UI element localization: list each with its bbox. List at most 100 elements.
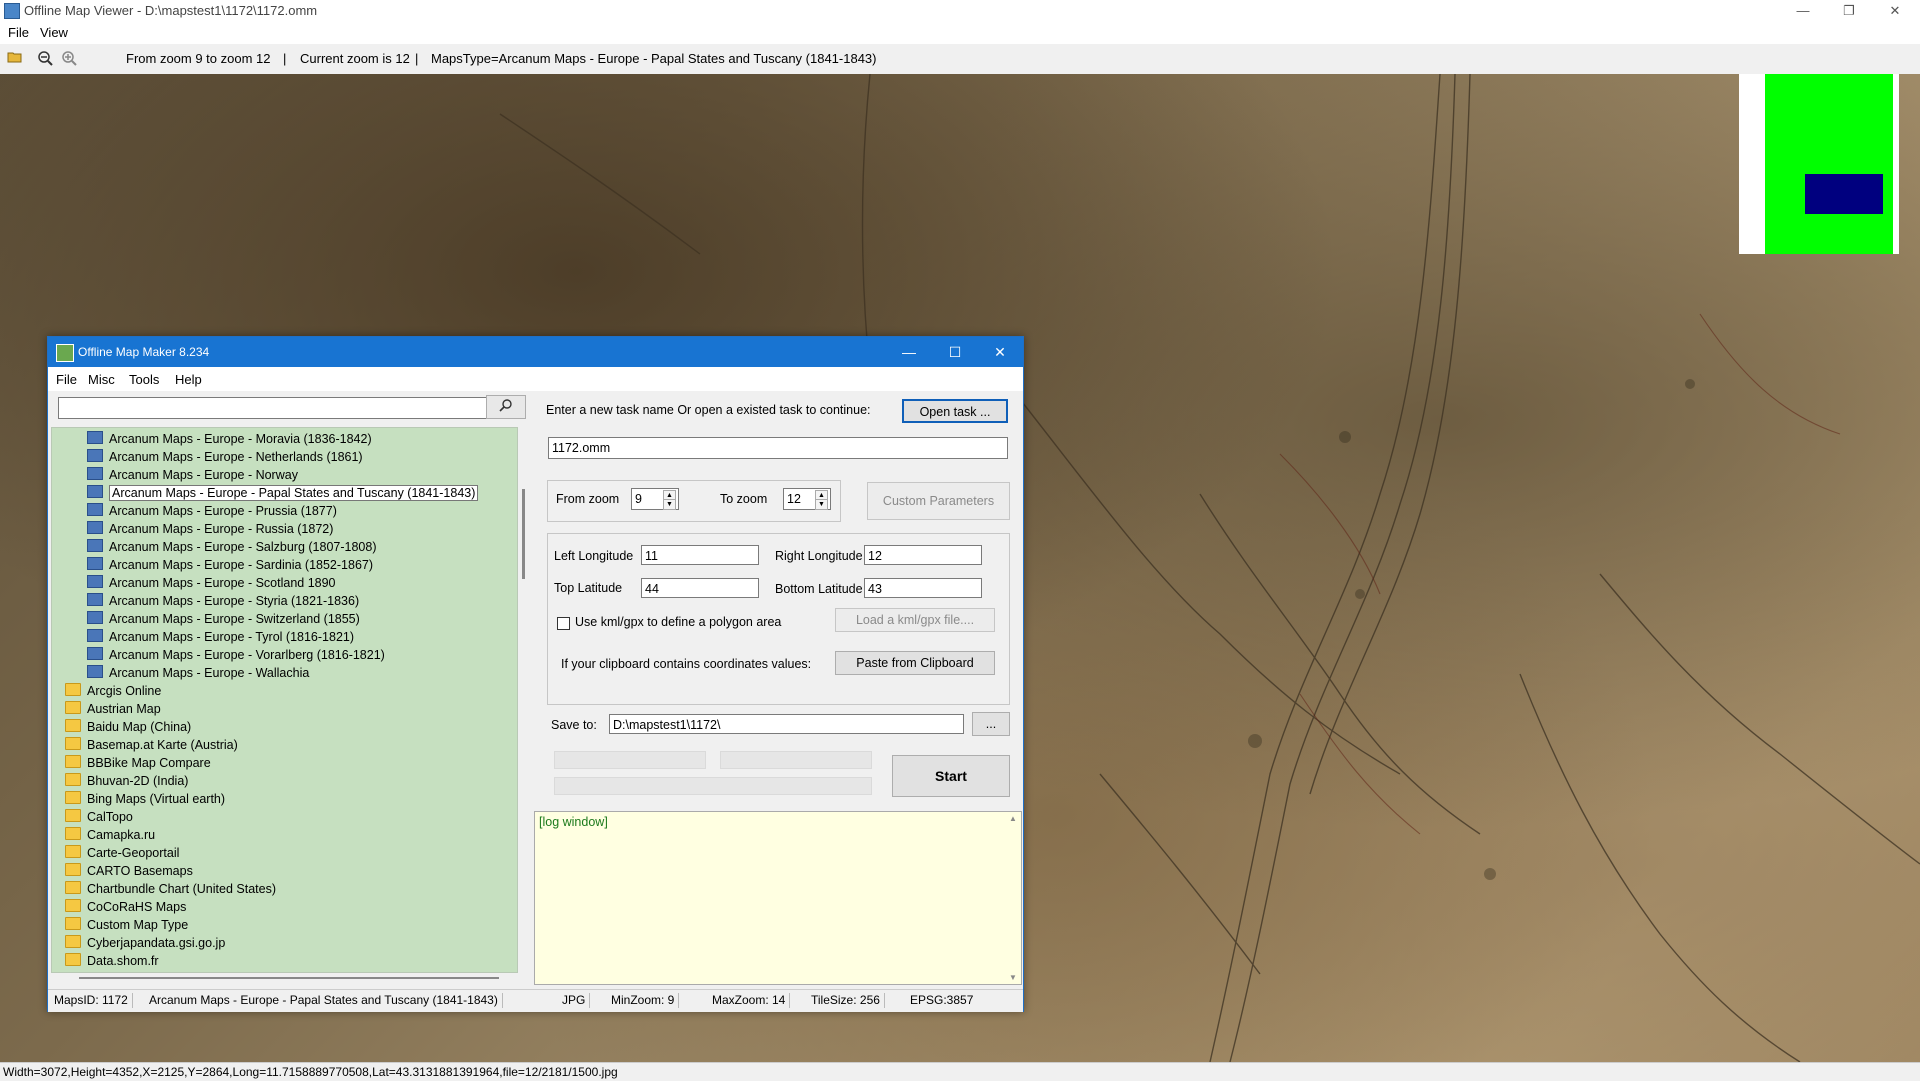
map-maker-dialog: Offline Map Maker 8.234 — ☐ ✕ File Misc …: [47, 336, 1024, 1012]
status-map-name: Arcanum Maps - Europe - Papal States and…: [149, 993, 503, 1008]
tree-folder[interactable]: Arcgis Online: [65, 682, 161, 700]
left-longitude-input[interactable]: 11: [641, 545, 759, 565]
tree-folder[interactable]: Basemap.at Karte (Austria): [65, 736, 238, 754]
progress-bar-total: [554, 777, 872, 795]
spin-down-icon[interactable]: ▼: [815, 499, 828, 510]
close-button[interactable]: ✕: [1872, 0, 1918, 22]
folder-icon: [65, 791, 81, 804]
dialog-menu-bar: File Misc Tools Help: [48, 367, 1023, 391]
dialog-minimize-button[interactable]: —: [886, 337, 932, 367]
dialog-maximize-button[interactable]: ☐: [932, 337, 978, 367]
scroll-down-icon[interactable]: ▼: [1009, 973, 1019, 982]
status-maps-id: MapsID: 1172: [54, 993, 133, 1008]
tree-folder[interactable]: CoCoRaHS Maps: [65, 898, 186, 916]
tree-horizontal-scrollbar[interactable]: [51, 973, 516, 983]
open-task-button[interactable]: Open task ...: [902, 399, 1008, 423]
tree-item[interactable]: Arcanum Maps - Europe - Prussia (1877): [87, 502, 337, 520]
dialog-menu-help[interactable]: Help: [175, 372, 202, 387]
dialog-menu-file[interactable]: File: [56, 372, 77, 387]
tree-folder[interactable]: Bing Maps (Virtual earth): [65, 790, 225, 808]
tree-item[interactable]: Arcanum Maps - Europe - Scotland 1890: [87, 574, 336, 592]
tree-folder[interactable]: Baidu Map (China): [65, 718, 191, 736]
maximize-button[interactable]: ❐: [1826, 0, 1872, 22]
menu-file[interactable]: File: [8, 25, 29, 40]
log-window[interactable]: [log window] ▲ ▼: [534, 811, 1022, 985]
menu-view[interactable]: View: [40, 25, 68, 40]
from-zoom-spinner[interactable]: 9 ▲ ▼: [631, 488, 679, 510]
tree-folder[interactable]: Cyberjapandata.gsi.go.jp: [65, 934, 225, 952]
overview-area: [1765, 74, 1893, 254]
folder-icon: [65, 755, 81, 768]
bottom-latitude-input[interactable]: 43: [864, 578, 982, 598]
tree-item[interactable]: Arcanum Maps - Europe - Salzburg (1807-1…: [87, 538, 377, 556]
dialog-app-icon: [56, 344, 74, 362]
scrollbar-thumb[interactable]: [522, 489, 525, 579]
folder-icon: [65, 881, 81, 894]
search-button[interactable]: [486, 395, 526, 419]
dialog-menu-tools[interactable]: Tools: [129, 372, 159, 387]
overview-viewport[interactable]: [1805, 174, 1883, 214]
tree-item[interactable]: Arcanum Maps - Europe - Norway: [87, 466, 298, 484]
map-icon: [87, 665, 103, 678]
folder-icon: [65, 935, 81, 948]
tree-item-selected[interactable]: Arcanum Maps - Europe - Papal States and…: [87, 484, 479, 502]
zoom-out-icon[interactable]: [36, 50, 54, 68]
tree-item[interactable]: Arcanum Maps - Europe - Styria (1821-183…: [87, 592, 359, 610]
tree-item[interactable]: Arcanum Maps - Europe - Russia (1872): [87, 520, 333, 538]
tree-item[interactable]: Arcanum Maps - Europe - Sardinia (1852-1…: [87, 556, 373, 574]
tree-folder[interactable]: Custom Map Type: [65, 916, 188, 934]
tree-folder[interactable]: CARTO Basemaps: [65, 862, 193, 880]
right-longitude-input[interactable]: 12: [864, 545, 982, 565]
to-zoom-spinner[interactable]: 12 ▲ ▼: [783, 488, 831, 510]
start-button[interactable]: Start: [892, 755, 1010, 797]
spin-down-icon[interactable]: ▼: [663, 499, 676, 510]
tree-item[interactable]: Arcanum Maps - Europe - Netherlands (186…: [87, 448, 363, 466]
dialog-close-button[interactable]: ✕: [977, 337, 1023, 367]
tree-folder[interactable]: Bhuvan-2D (India): [65, 772, 188, 790]
kml-checkbox[interactable]: [557, 617, 570, 630]
folder-icon: [65, 809, 81, 822]
current-zoom-info: Current zoom is 12: [300, 51, 410, 66]
map-type-tree[interactable]: Arcanum Maps - Europe - Moravia (1836-18…: [51, 427, 518, 973]
map-search-input[interactable]: [58, 397, 488, 419]
status-text: Width=3072,Height=4352,X=2125,Y=2864,Lon…: [3, 1065, 618, 1079]
map-icon: [87, 575, 103, 588]
save-path-input[interactable]: D:\mapstest1\1172\: [609, 714, 964, 734]
tree-folder[interactable]: CalTopo: [65, 808, 133, 826]
tree-folder[interactable]: BBBike Map Compare: [65, 754, 211, 772]
browse-button[interactable]: ...: [972, 712, 1010, 736]
top-latitude-input[interactable]: 44: [641, 578, 759, 598]
app-icon: [4, 3, 20, 19]
tree-item[interactable]: Arcanum Maps - Europe - Vorarlberg (1816…: [87, 646, 385, 664]
scroll-up-icon[interactable]: ▲: [1009, 814, 1019, 823]
task-name-input[interactable]: 1172.omm: [548, 437, 1008, 459]
custom-parameters-button[interactable]: Custom Parameters: [867, 482, 1010, 520]
tree-item[interactable]: Arcanum Maps - Europe - Tyrol (1816-1821…: [87, 628, 354, 646]
map-icon: [87, 539, 103, 552]
tree-folder[interactable]: Camapka.ru: [65, 826, 155, 844]
save-to-label: Save to:: [551, 718, 597, 732]
progress-bar: [720, 751, 872, 769]
tree-vertical-scrollbar[interactable]: [518, 427, 530, 971]
dialog-menu-misc[interactable]: Misc: [88, 372, 115, 387]
folder-icon: [65, 953, 81, 966]
open-folder-icon[interactable]: [6, 50, 24, 68]
tree-folder[interactable]: Carte-Geoportail: [65, 844, 179, 862]
tree-item[interactable]: Arcanum Maps - Europe - Switzerland (185…: [87, 610, 360, 628]
paste-clipboard-button[interactable]: Paste from Clipboard: [835, 651, 995, 675]
folder-icon: [65, 737, 81, 750]
clipboard-label: If your clipboard contains coordinates v…: [561, 657, 812, 671]
tree-folder[interactable]: Chartbundle Chart (United States): [65, 880, 276, 898]
tree-folder[interactable]: Data.shom.fr: [65, 952, 159, 970]
kml-checkbox-label: Use kml/gpx to define a polygon area: [575, 615, 782, 629]
tree-item[interactable]: Arcanum Maps - Europe - Moravia (1836-18…: [87, 430, 372, 448]
map-icon: [87, 431, 103, 444]
tree-item[interactable]: Arcanum Maps - Europe - Wallachia: [87, 664, 309, 682]
folder-icon: [65, 827, 81, 840]
zoom-in-icon[interactable]: [60, 50, 78, 68]
tree-folder[interactable]: Austrian Map: [65, 700, 161, 718]
minimize-button[interactable]: —: [1780, 0, 1826, 22]
scrollbar-thumb[interactable]: [79, 977, 499, 979]
overview-minimap[interactable]: [1739, 74, 1899, 254]
load-kml-button[interactable]: Load a kml/gpx file....: [835, 608, 995, 632]
